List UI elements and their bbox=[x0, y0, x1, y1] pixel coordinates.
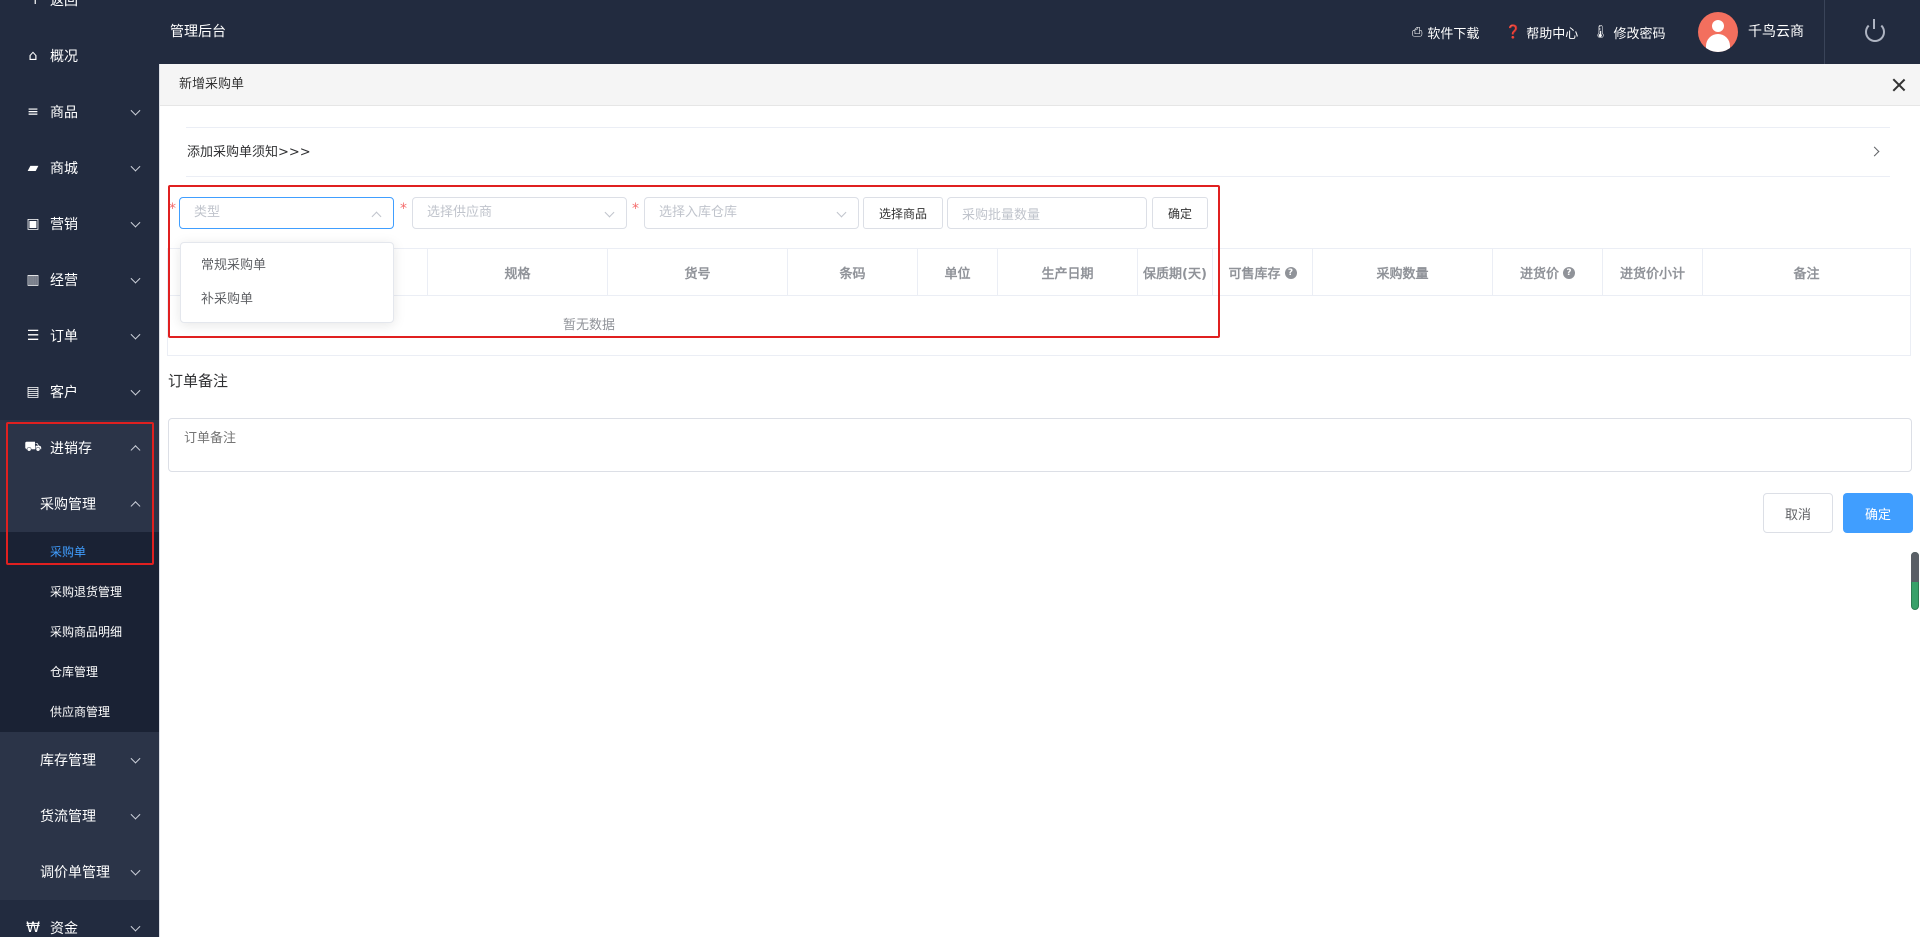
remark-title: 订单备注 bbox=[168, 372, 229, 390]
sidebar-item-mall[interactable]: ▰ 商城 bbox=[0, 140, 159, 196]
dialog-header: 新增采购单 bbox=[160, 64, 1920, 106]
chevron-up-icon bbox=[130, 445, 141, 456]
gift-icon: ▣ bbox=[26, 216, 40, 232]
sidebar-group-price-adjust[interactable]: 调价单管理 bbox=[0, 844, 159, 900]
help-center-link[interactable]: ❓ 帮助中心 bbox=[1505, 0, 1578, 64]
sidebar-item-warehouse[interactable]: 仓库管理 bbox=[0, 651, 159, 691]
required-mark: * bbox=[400, 201, 407, 217]
chevron-down-icon bbox=[130, 921, 141, 932]
sidebar-item-customers[interactable]: ▤ 客户 bbox=[0, 364, 159, 420]
remark-textarea[interactable] bbox=[168, 418, 1912, 472]
chevron-down-icon bbox=[604, 207, 615, 218]
chevron-down-icon bbox=[130, 865, 141, 876]
col-unit: 单位 bbox=[918, 249, 998, 296]
power-icon[interactable] bbox=[1865, 19, 1885, 42]
cancel-button[interactable]: 取消 bbox=[1763, 493, 1833, 533]
truck-icon: ⛟ bbox=[24, 439, 42, 455]
col-production-date: 生产日期 bbox=[998, 249, 1138, 296]
batch-quantity-input[interactable]: 采购批量数量 bbox=[947, 197, 1147, 229]
won-icon: ₩ bbox=[26, 920, 40, 936]
sidebar-item-orders[interactable]: ☰ 订单 bbox=[0, 308, 159, 364]
sidebar-item-inventory[interactable]: ⛟ 进销存 bbox=[0, 420, 159, 476]
empty-text: 暂无数据 bbox=[562, 318, 615, 333]
sidebar-item-business[interactable]: ▥ 经营 bbox=[0, 252, 159, 308]
bar-chart-icon: ▥ bbox=[26, 272, 40, 288]
chevron-down-icon bbox=[130, 809, 141, 820]
close-icon[interactable] bbox=[1891, 77, 1907, 93]
top-header: 管理后台 ⎙ 软件下载 ❓ 帮助中心 🌡 修改密码 千鸟云商 bbox=[159, 0, 1920, 64]
sidebar-item-funds[interactable]: ₩ 资金 bbox=[0, 900, 159, 937]
id-card-icon: ▤ bbox=[26, 384, 40, 400]
thermometer-icon: 🌡 bbox=[1592, 24, 1609, 40]
header-divider bbox=[1824, 0, 1825, 64]
col-spec: 规格 bbox=[428, 249, 608, 296]
help-icon[interactable]: ? bbox=[1563, 266, 1575, 279]
col-remark: 备注 bbox=[1793, 267, 1820, 282]
sidebar-item-supplier[interactable]: 供应商管理 bbox=[0, 691, 159, 731]
chevron-right-icon bbox=[1869, 146, 1880, 157]
sidebar-item-purchase-order[interactable]: 采购单 bbox=[0, 531, 159, 571]
sidebar-group-purchase[interactable]: 采购管理 bbox=[0, 476, 159, 532]
notice-collapse[interactable]: 添加采购单须知>>> bbox=[186, 127, 1890, 177]
notice-text: 添加采购单须知>>> bbox=[187, 145, 311, 160]
bag-icon: ▰ bbox=[27, 160, 39, 176]
sidebar-item-marketing[interactable]: ▣ 营销 bbox=[0, 196, 159, 252]
chevron-down-icon bbox=[130, 217, 141, 228]
home-icon: ⌂ bbox=[28, 48, 38, 64]
required-mark: * bbox=[632, 201, 639, 217]
list-icon: ≡ bbox=[27, 104, 39, 120]
ok-button[interactable]: 确定 bbox=[1843, 493, 1913, 533]
sidebar-item-goods[interactable]: ≡ 商品 bbox=[0, 84, 159, 140]
select-goods-button[interactable]: 选择商品 bbox=[863, 197, 943, 229]
chevron-down-icon bbox=[130, 273, 141, 284]
col-purchase-qty: 采购数量 bbox=[1313, 249, 1493, 296]
change-password-link[interactable]: 🌡 修改密码 bbox=[1592, 0, 1666, 64]
col-shelf-life: 保质期(天) bbox=[1138, 249, 1213, 296]
chevron-down-icon bbox=[836, 207, 847, 218]
col-barcode: 条码 bbox=[788, 249, 918, 296]
type-dropdown: 常规采购单 补采购单 bbox=[180, 242, 394, 323]
sidebar-group-stock[interactable]: 库存管理 bbox=[0, 732, 159, 788]
col-purchase-price: 进货价? bbox=[1493, 249, 1603, 296]
dialog-title: 新增采购单 bbox=[179, 77, 245, 92]
confirm-batch-button[interactable]: 确定 bbox=[1152, 197, 1208, 229]
col-stock: 可售库存? bbox=[1213, 249, 1313, 296]
help-icon: ❓ bbox=[1505, 24, 1522, 40]
required-mark: * bbox=[169, 201, 176, 217]
sidebar-item-overview[interactable]: ⌂ 概况 bbox=[0, 28, 159, 84]
chevron-down-icon bbox=[130, 753, 141, 764]
back-button[interactable]: ↰ 返回 bbox=[0, 0, 159, 28]
software-download-link[interactable]: ⎙ 软件下载 bbox=[1412, 0, 1479, 64]
user-name[interactable]: 千鸟云商 bbox=[1748, 0, 1804, 64]
printer-icon: ⎙ bbox=[1412, 24, 1423, 40]
sidebar-item-purchase-detail[interactable]: 采购商品明细 bbox=[0, 611, 159, 651]
sidebar-group-logistics[interactable]: 货流管理 bbox=[0, 788, 159, 844]
type-option[interactable]: 常规采购单 bbox=[181, 249, 393, 283]
type-option[interactable]: 补采购单 bbox=[181, 283, 393, 317]
type-select[interactable]: 类型 bbox=[179, 197, 394, 229]
order-list-icon: ☰ bbox=[26, 328, 40, 344]
help-icon[interactable]: ? bbox=[1284, 266, 1297, 279]
chevron-up-icon bbox=[130, 501, 141, 512]
supplier-select[interactable]: 选择供应商 bbox=[412, 197, 627, 229]
app-title: 管理后台 bbox=[170, 24, 226, 40]
chevron-up-icon bbox=[371, 211, 382, 222]
chevron-down-icon bbox=[130, 161, 141, 172]
sidebar-item-purchase-return[interactable]: 采购退货管理 bbox=[0, 571, 159, 611]
sidebar: ↰ 返回 ⌂ 概况 ≡ 商品 ▰ 商城 ▣ 营销 ▥ 经营 ☰ 订单 ▤ 客户 … bbox=[0, 0, 159, 937]
chevron-down-icon bbox=[130, 105, 141, 116]
new-purchase-order-dialog: 新增采购单 添加采购单须知>>> * 类型 * 选择供应商 * 选择入库仓库 选… bbox=[159, 64, 1920, 937]
chevron-down-icon bbox=[130, 329, 141, 340]
table-header: 规格 货号 条码 单位 生产日期 保质期(天) 可售库存? 采购数量 进货价? … bbox=[168, 249, 1910, 296]
col-item-no: 货号 bbox=[608, 249, 788, 296]
scrollbar-thumb[interactable] bbox=[1911, 552, 1919, 582]
back-arrow-icon: ↰ bbox=[27, 0, 39, 8]
warehouse-select[interactable]: 选择入库仓库 bbox=[644, 197, 859, 229]
avatar[interactable] bbox=[1698, 12, 1738, 52]
goods-table: 规格 货号 条码 单位 生产日期 保质期(天) 可售库存? 采购数量 进货价? … bbox=[167, 248, 1911, 356]
chevron-down-icon bbox=[130, 385, 141, 396]
col-price-subtotal: 进货价小计 bbox=[1603, 249, 1703, 296]
